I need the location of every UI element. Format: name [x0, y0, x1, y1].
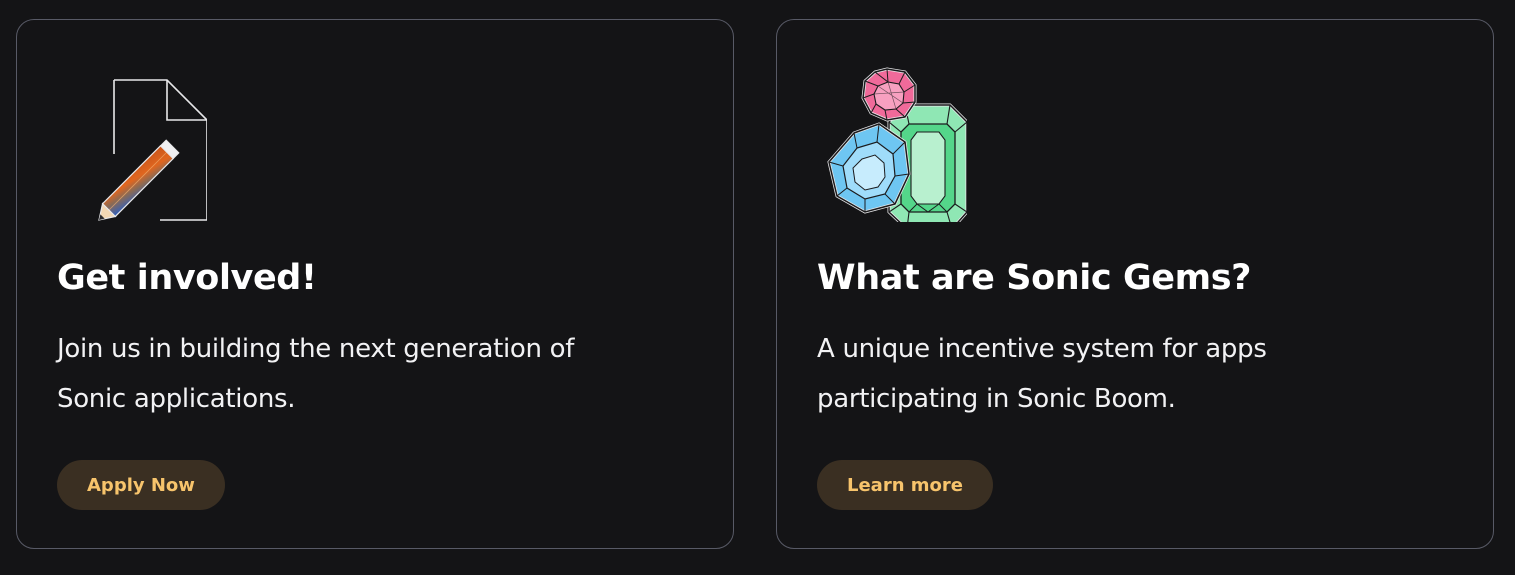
pink-gem-icon: [861, 67, 917, 122]
card-title: Get involved!: [57, 258, 317, 298]
card-description: Join us in building the next generation …: [57, 334, 575, 414]
blue-gem-icon: [827, 122, 911, 214]
get-involved-card: Get involved! Join us in building the ne…: [16, 19, 734, 549]
learn-more-button[interactable]: Learn more: [817, 460, 993, 510]
card-description: A unique incentive system for apps parti…: [817, 334, 1267, 414]
cards-row: Get involved! Join us in building the ne…: [0, 0, 1515, 575]
gems-icon: [817, 62, 969, 231]
document-pencil-icon: [57, 62, 208, 222]
apply-now-button[interactable]: Apply Now: [57, 460, 225, 510]
sonic-gems-card: What are Sonic Gems? A unique incentive …: [776, 19, 1494, 549]
card-title: What are Sonic Gems?: [817, 258, 1252, 298]
